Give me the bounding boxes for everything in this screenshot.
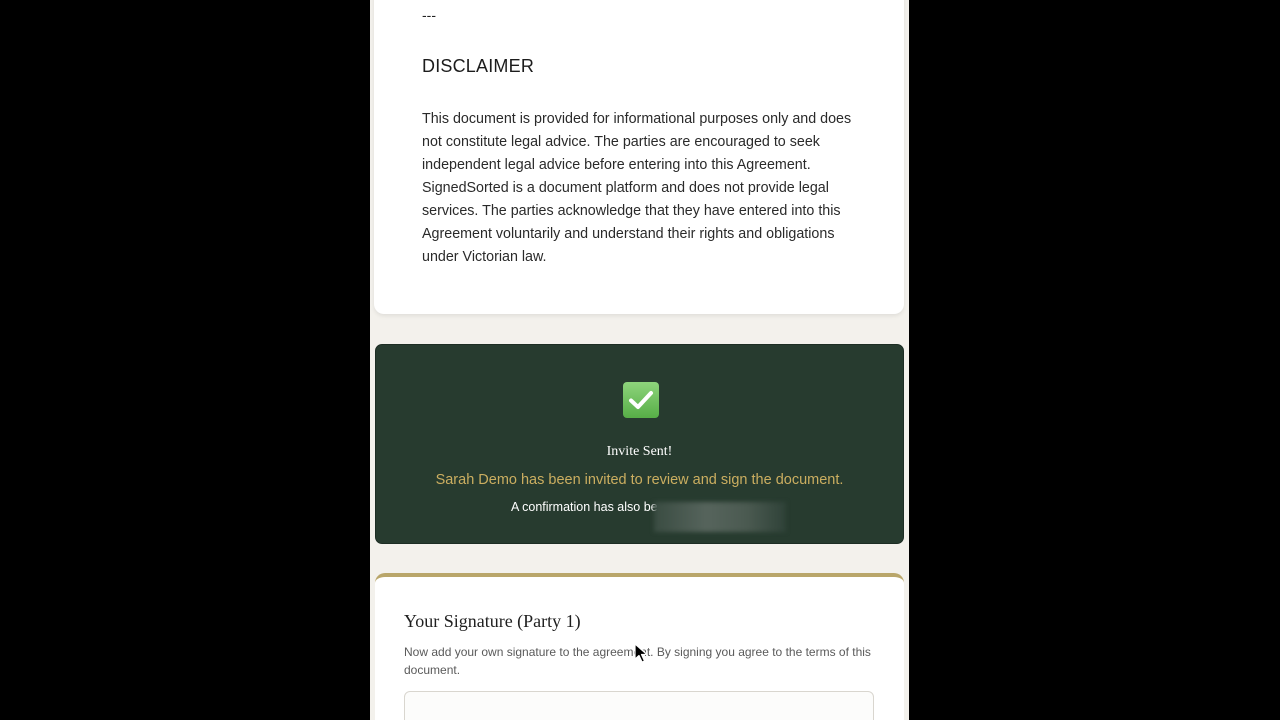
page-viewport[interactable]: --- DISCLAIMER This document is provided… bbox=[370, 0, 909, 720]
invite-message: Sarah Demo has been invited to review an… bbox=[435, 472, 844, 488]
document-preview-card: --- DISCLAIMER This document is provided… bbox=[374, 0, 904, 314]
section-separator: --- bbox=[422, 7, 436, 23]
signature-pad[interactable] bbox=[404, 691, 874, 720]
redacted-email-blur bbox=[654, 502, 786, 532]
signature-title: Your Signature (Party 1) bbox=[404, 611, 581, 631]
disclaimer-text: This document is provided for informatio… bbox=[422, 111, 852, 265]
confirmation-text: A confirmation has also be bbox=[511, 500, 658, 514]
invite-title: Invite Sent! bbox=[606, 444, 673, 459]
check-mark-icon bbox=[623, 382, 659, 418]
disclaimer-heading: DISCLAIMER bbox=[422, 56, 535, 76]
mouse-pointer-icon bbox=[634, 643, 650, 663]
invite-sent-banner: Invite Sent! Sarah Demo has been invited… bbox=[375, 344, 904, 544]
